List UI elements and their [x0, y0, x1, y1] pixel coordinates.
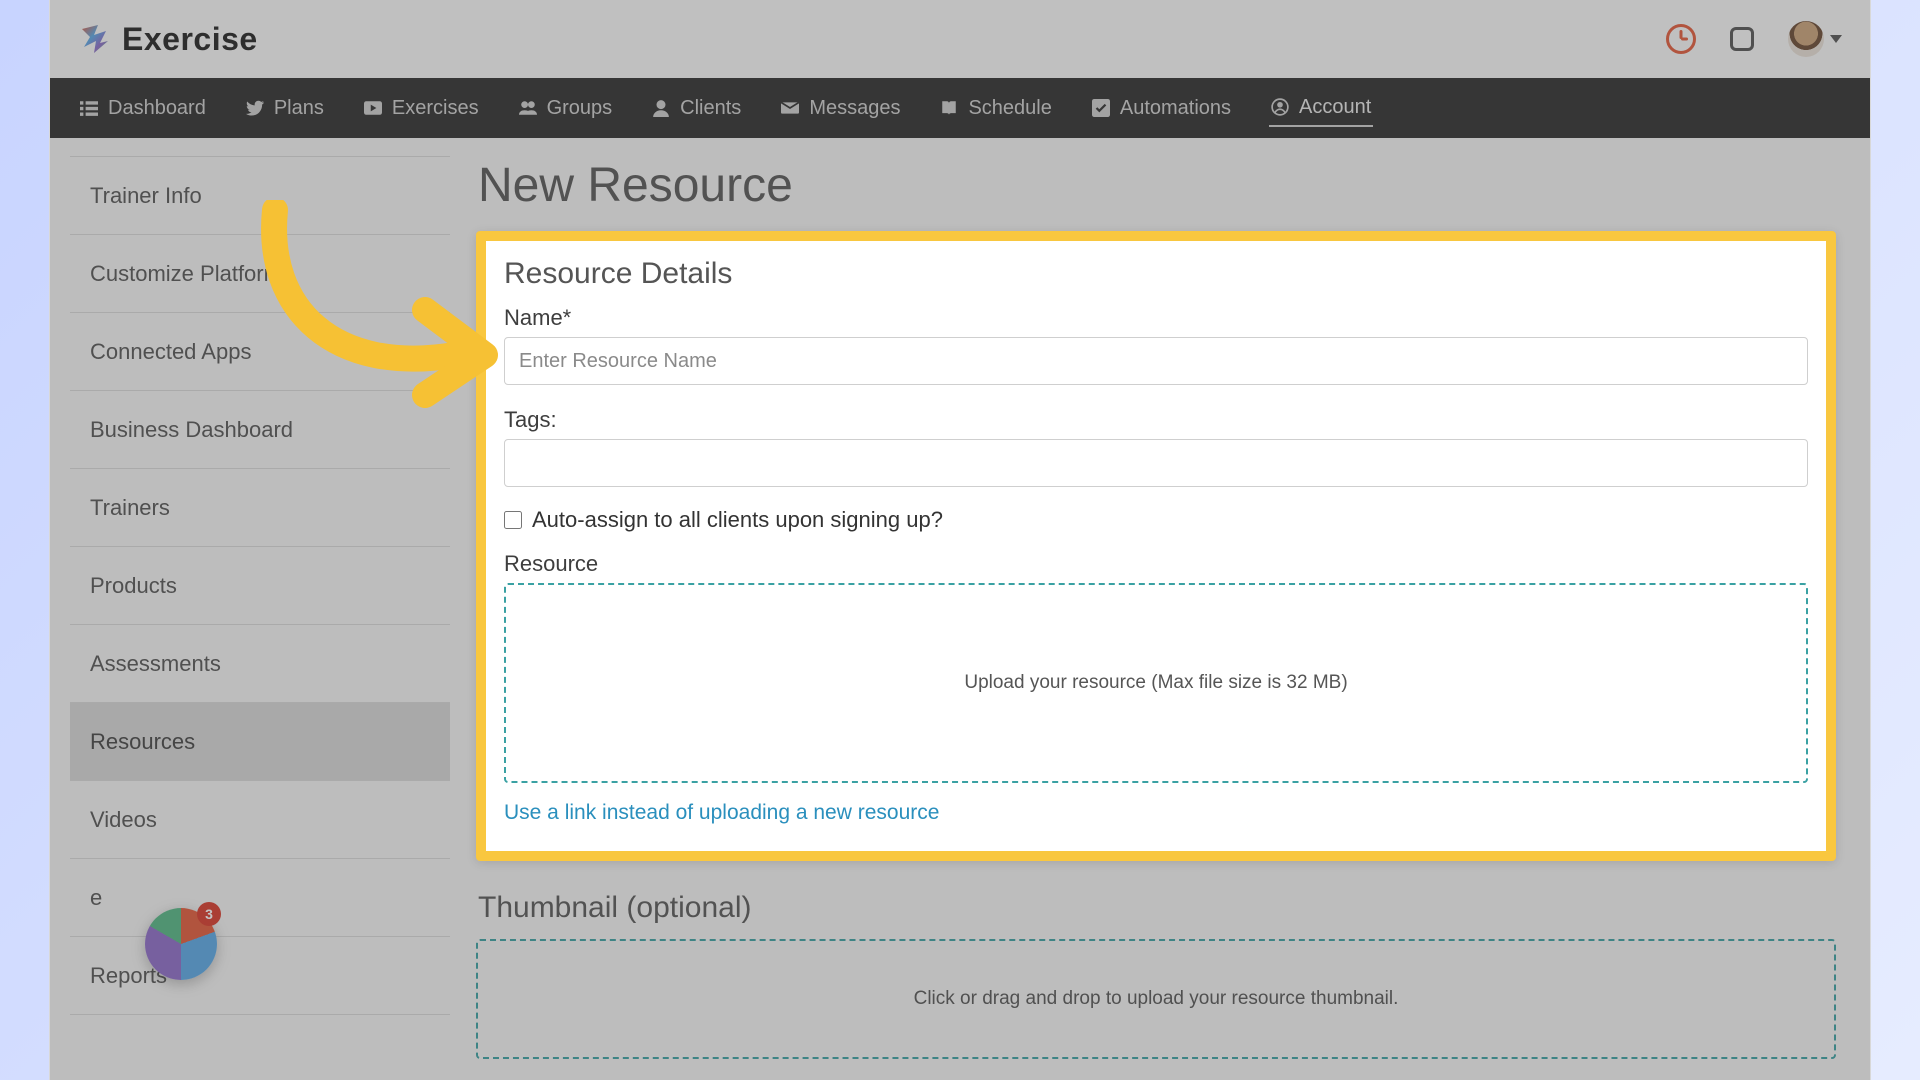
help-widget-badge: 3 — [197, 902, 221, 926]
nav-plans[interactable]: Plans — [244, 91, 326, 126]
nav-account[interactable]: Account — [1269, 90, 1373, 127]
sidebar-item-assessments[interactable]: Assessments — [70, 625, 450, 703]
avatar-icon — [1788, 21, 1824, 57]
sidebar-item-partial[interactable]: e — [70, 859, 450, 937]
thumbnail-title: Thumbnail (optional) — [478, 891, 1836, 925]
sidebar-item-trainer-info[interactable]: Trainer Info — [70, 157, 450, 235]
nav-label: Schedule — [968, 97, 1051, 120]
nav-label: Exercises — [392, 97, 479, 120]
nav-clients[interactable]: Clients — [650, 91, 743, 126]
sidebar-item-label: Customize Platform — [90, 261, 282, 287]
sidebar-item-label: Videos — [90, 807, 157, 833]
sidebar-item-label: Trainer Info — [90, 183, 202, 209]
book-icon — [940, 99, 958, 117]
check-icon — [1092, 99, 1110, 117]
sidebar-item-connected-apps[interactable]: Connected Apps — [70, 313, 450, 391]
nav-groups[interactable]: Groups — [517, 91, 615, 126]
checkbox-icon[interactable] — [1730, 27, 1754, 51]
thumbnail-upload-dropzone[interactable]: Click or drag and drop to upload your re… — [476, 939, 1836, 1059]
auto-assign-label[interactable]: Auto-assign to all clients upon signing … — [532, 507, 943, 533]
person-icon — [652, 99, 670, 117]
tags-label: Tags: — [504, 407, 1808, 433]
sidebar-item-reports[interactable]: Reports — [70, 937, 450, 1015]
sidebar-item-videos[interactable]: Videos — [70, 781, 450, 859]
brand-name: Exercise — [122, 21, 258, 58]
sidebar-item-label: Connected Apps — [90, 339, 251, 365]
nav-label: Dashboard — [108, 97, 206, 120]
bird-icon — [246, 99, 264, 117]
auto-assign-checkbox[interactable] — [504, 511, 522, 529]
dropzone-text: Upload your resource (Max file size is 3… — [964, 672, 1347, 694]
name-label: Name* — [504, 305, 1808, 331]
account-sidebar: Trainer Info Customize Platform Connecte… — [50, 138, 450, 1080]
nav-messages[interactable]: Messages — [779, 91, 902, 126]
logo-icon — [78, 23, 110, 55]
topbar: Exercise — [50, 0, 1870, 78]
main-content: New Resource Resource Details Name* Tags… — [450, 138, 1870, 1080]
sidebar-item-label: Trainers — [90, 495, 170, 521]
tags-input[interactable] — [504, 439, 1808, 487]
sidebar-item-customize-platform[interactable]: Customize Platform — [70, 235, 450, 313]
help-widget[interactable]: 3 — [145, 908, 217, 980]
nav-schedule[interactable]: Schedule — [938, 91, 1053, 126]
mail-icon — [781, 99, 799, 117]
sidebar-item-label: Business Dashboard — [90, 417, 293, 443]
nav-dashboard[interactable]: Dashboard — [78, 91, 208, 126]
nav-label: Messages — [809, 97, 900, 120]
main-nav: Dashboard Plans Exercises Groups Clients… — [50, 78, 1870, 138]
user-icon — [1271, 98, 1289, 116]
sidebar-item-business-dashboard[interactable]: Business Dashboard — [70, 391, 450, 469]
nav-label: Groups — [547, 97, 613, 120]
sidebar-item-label: Assessments — [90, 651, 221, 677]
profile-menu[interactable] — [1788, 21, 1842, 57]
play-icon — [364, 99, 382, 117]
page-body: Trainer Info Customize Platform Connecte… — [50, 138, 1870, 1080]
section-title: Resource Details — [504, 257, 1808, 291]
chevron-down-icon — [1830, 35, 1842, 43]
nav-label: Automations — [1120, 97, 1231, 120]
nav-automations[interactable]: Automations — [1090, 91, 1233, 126]
nav-exercises[interactable]: Exercises — [362, 91, 481, 126]
resource-label: Resource — [504, 551, 1808, 577]
sidebar-item-products[interactable]: Products — [70, 547, 450, 625]
sidebar-item-trainers[interactable]: Trainers — [70, 469, 450, 547]
clock-icon[interactable] — [1666, 24, 1696, 54]
resource-details-card: Resource Details Name* Tags: Auto-assign… — [476, 231, 1836, 861]
resource-name-input[interactable] — [504, 337, 1808, 385]
nav-label: Account — [1299, 96, 1371, 119]
use-link-instead-link[interactable]: Use a link instead of uploading a new re… — [504, 801, 939, 825]
nav-label: Clients — [680, 97, 741, 120]
page-title: New Resource — [478, 158, 1836, 213]
list-icon — [80, 99, 98, 117]
people-icon — [519, 99, 537, 117]
sidebar-item-label: e — [90, 885, 102, 911]
nav-label: Plans — [274, 97, 324, 120]
resource-upload-dropzone[interactable]: Upload your resource (Max file size is 3… — [504, 583, 1808, 783]
sidebar-item-label: Resources — [90, 729, 195, 755]
sidebar-item-label: Products — [90, 573, 177, 599]
thumb-drop-text: Click or drag and drop to upload your re… — [914, 988, 1399, 1010]
sidebar-item-resources[interactable]: Resources — [70, 703, 450, 781]
app-frame: Exercise Dashboard Plans Exercises Group… — [50, 0, 1870, 1080]
